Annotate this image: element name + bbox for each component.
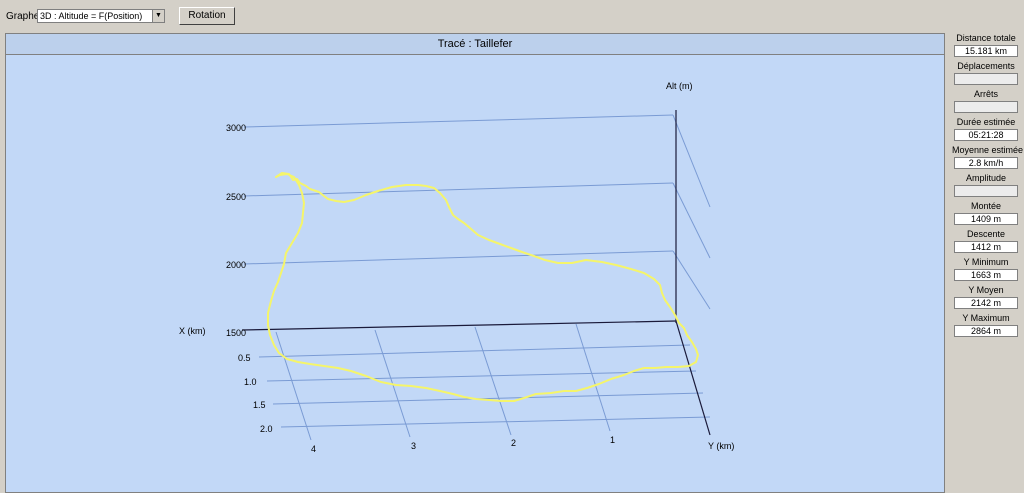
stat-label: Déplacements bbox=[957, 61, 1015, 71]
y-tick-label: 4 bbox=[311, 444, 316, 454]
stat-value: 15.181 km bbox=[954, 45, 1018, 57]
stat-label: Y Minimum bbox=[963, 257, 1009, 267]
x-tick-label: 2.0 bbox=[260, 424, 273, 434]
stat-y-maximum: Y Maximum 2864 m bbox=[952, 312, 1020, 340]
alt-tick-label: 3000 bbox=[226, 123, 246, 133]
graph-title: Tracé : Taillefer bbox=[6, 34, 944, 55]
x-axis-line bbox=[241, 320, 677, 331]
stat-value: 1663 m bbox=[954, 269, 1018, 281]
stat-label: Montée bbox=[970, 201, 1002, 211]
stat-deplacements: Déplacements bbox=[952, 60, 1020, 88]
alt-tick-label: 2500 bbox=[226, 192, 246, 202]
stat-value: 1412 m bbox=[954, 241, 1018, 253]
stat-label: Amplitude bbox=[965, 173, 1007, 183]
stat-amplitude: Amplitude bbox=[952, 172, 1020, 200]
stat-y-moyen: Y Moyen 2142 m bbox=[952, 284, 1020, 312]
altitude-gridlines bbox=[243, 114, 674, 265]
stat-label: Durée estimée bbox=[956, 117, 1016, 127]
stat-value bbox=[954, 73, 1018, 85]
side-gridlines bbox=[672, 114, 711, 310]
stat-value: 05:21:28 bbox=[954, 129, 1018, 141]
stats-panel: Distance totale 15.181 km Déplacements A… bbox=[952, 32, 1024, 340]
stat-distance-totale: Distance totale 15.181 km bbox=[952, 32, 1020, 60]
chevron-down-icon[interactable]: ▼ bbox=[152, 10, 164, 22]
stat-value bbox=[954, 101, 1018, 113]
x-tick-label: 1.0 bbox=[244, 377, 257, 387]
track-path bbox=[267, 172, 699, 402]
toolbar: Graphe 3D : Altitude = F(Position) ▼ Rot… bbox=[0, 0, 1024, 32]
graph-type-value: 3D : Altitude = F(Position) bbox=[40, 11, 143, 21]
plot-area[interactable]: 3000 2500 2000 1500 0.5 1.0 1.5 2.0 4 3 … bbox=[6, 55, 944, 492]
floor-x-gridlines bbox=[258, 344, 711, 428]
y-tick-label: 1 bbox=[610, 435, 615, 445]
graphe-label: Graphe bbox=[6, 11, 40, 22]
stat-arrets: Arrêts bbox=[952, 88, 1020, 116]
alt-tick-label: 2000 bbox=[226, 260, 246, 270]
stat-label: Distance totale bbox=[956, 33, 1016, 43]
stat-label: Arrêts bbox=[973, 89, 998, 99]
y-tick-label: 3 bbox=[411, 441, 416, 451]
stat-duree-estimee: Durée estimée 05:21:28 bbox=[952, 116, 1020, 144]
stat-value: 2.8 km/h bbox=[954, 157, 1018, 169]
stat-value: 1409 m bbox=[954, 213, 1018, 225]
stat-moyenne-estimee: Moyenne estimée 2.8 km/h bbox=[952, 144, 1024, 172]
stat-value: 2864 m bbox=[954, 325, 1018, 337]
y-tick-label: 2 bbox=[511, 438, 516, 448]
x-tick-label: 1.5 bbox=[253, 400, 266, 410]
y-axis-label: Y (km) bbox=[708, 441, 734, 451]
stat-montee: Montée 1409 m bbox=[952, 200, 1020, 228]
stat-y-minimum: Y Minimum 1663 m bbox=[952, 256, 1020, 284]
stat-value: 2142 m bbox=[954, 297, 1018, 309]
alt-tick-label: 1500 bbox=[226, 328, 246, 338]
x-tick-label: 0.5 bbox=[238, 353, 251, 363]
floor-y-gridlines bbox=[275, 323, 611, 441]
stat-label: Y Moyen bbox=[968, 285, 1004, 295]
rotation-button[interactable]: Rotation bbox=[179, 7, 235, 25]
graph-panel[interactable]: Tracé : Taillefer 3000 2500 2000 1500 0.… bbox=[5, 33, 945, 493]
alt-axis-label: Alt (m) bbox=[666, 81, 693, 91]
stat-label: Descente bbox=[966, 229, 1006, 239]
stat-descente: Descente 1412 m bbox=[952, 228, 1020, 256]
x-axis-label: X (km) bbox=[179, 326, 206, 336]
stat-label: Moyenne estimée bbox=[952, 145, 1024, 155]
stat-label: Y Maximum bbox=[962, 313, 1010, 323]
graph-type-select[interactable]: 3D : Altitude = F(Position) ▼ bbox=[37, 9, 165, 23]
stat-value bbox=[954, 185, 1018, 197]
